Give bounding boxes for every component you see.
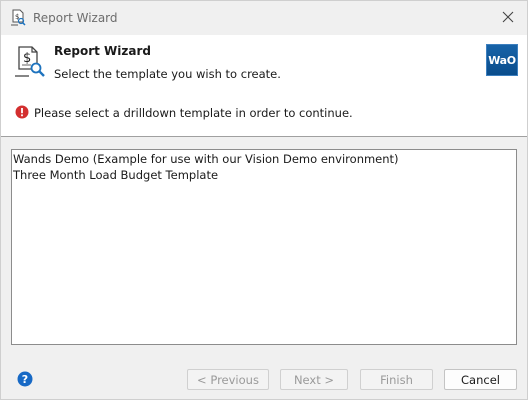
report-wizard-dialog: $ Report Wizard $ Report Wizard Select t… <box>0 0 528 400</box>
help-icon: ? <box>17 371 33 390</box>
finish-button[interactable]: Finish <box>360 369 433 390</box>
list-item[interactable]: Wands Demo (Example for use with our Vis… <box>12 151 516 167</box>
wizard-header: $ Report Wizard Select the template you … <box>1 35 527 137</box>
next-button[interactable]: Next > <box>280 369 348 390</box>
close-button[interactable] <box>495 5 521 31</box>
report-wizard-icon: $ <box>10 9 26 26</box>
header-title: Report Wizard <box>54 44 151 58</box>
report-wizard-icon: $ <box>13 45 45 79</box>
template-list[interactable]: Wands Demo (Example for use with our Vis… <box>11 149 517 345</box>
error-icon <box>15 105 29 119</box>
title-bar: $ Report Wizard <box>1 1 527 35</box>
brand-logo: WaO <box>486 44 518 76</box>
svg-text:$: $ <box>23 51 31 66</box>
window-title: Report Wizard <box>33 11 118 25</box>
previous-button[interactable]: < Previous <box>187 369 269 390</box>
list-item[interactable]: Three Month Load Budget Template <box>12 167 516 183</box>
header-subtitle: Select the template you wish to create. <box>54 67 281 81</box>
svg-text:?: ? <box>22 373 28 386</box>
close-icon <box>502 11 514 26</box>
cancel-button[interactable]: Cancel <box>444 369 517 390</box>
help-button[interactable]: ? <box>17 371 33 387</box>
error-message: Please select a drilldown template in or… <box>34 106 353 120</box>
